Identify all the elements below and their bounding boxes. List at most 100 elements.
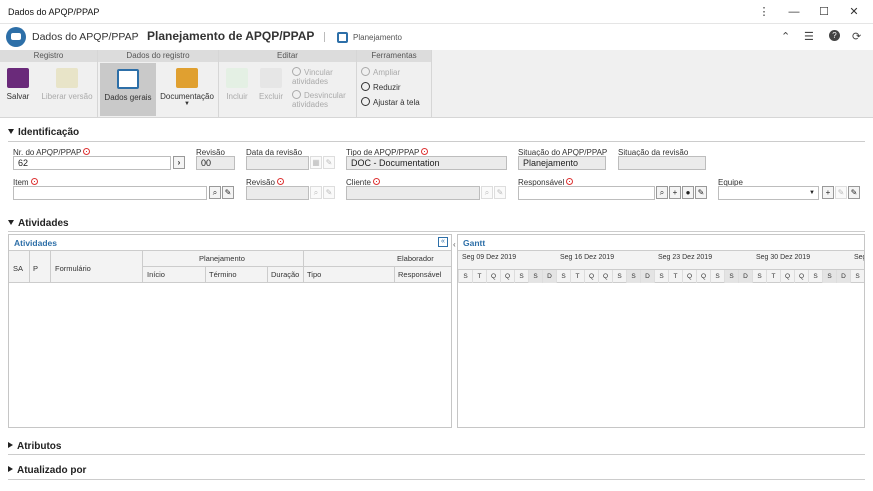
col-formulario[interactable]: Formulário: [55, 264, 91, 273]
nr-field[interactable]: 62: [13, 156, 171, 170]
gantt-day-cell: D: [640, 270, 654, 283]
col-termino[interactable]: Término: [209, 270, 237, 279]
section-divider: [8, 454, 865, 455]
save-icon: [7, 68, 29, 88]
gantt-day-cell: D: [836, 270, 850, 283]
gantt-day-cell: T: [472, 270, 486, 283]
gantt-day-cell: S: [850, 270, 864, 283]
calendar-icon[interactable]: ▦: [310, 156, 322, 169]
window-title: Dados do APQP/PPAP: [8, 7, 100, 17]
gantt-days: STQQSSDSTQQSSDSTQQSSDSTQQSSDST: [458, 269, 864, 283]
required-icon: [372, 178, 380, 185]
general-data-label: Dados gerais: [104, 93, 152, 102]
col-p[interactable]: P: [33, 264, 39, 273]
responsavel-field[interactable]: [518, 186, 655, 200]
col-divider: [394, 266, 395, 283]
fit-screen-button[interactable]: Ajustar à tela: [361, 97, 420, 107]
gantt-panel: Gantt Seg 09 Dez 2019 Seg 16 Dez 2019 Seg …: [457, 234, 865, 428]
help-icon[interactable]: ?: [829, 30, 840, 41]
required-icon: [566, 178, 574, 185]
more-icon[interactable]: ⋮: [749, 0, 779, 24]
collapse-left-icon[interactable]: «: [438, 237, 448, 247]
section-atualizado-por[interactable]: Atualizado por: [8, 465, 86, 476]
col-inicio[interactable]: Início: [147, 270, 165, 279]
gantt-week-label: Seg 30 Dez 2019: [756, 254, 811, 261]
header-divider: [324, 32, 325, 42]
gantt-day-cell: Q: [696, 270, 710, 283]
col-sa[interactable]: SA: [13, 264, 24, 273]
col-responsavel[interactable]: Responsável: [398, 270, 442, 279]
unlink-icon: [292, 90, 301, 99]
col-divider: [50, 250, 51, 283]
revisao-field: 00: [196, 156, 235, 170]
item-field[interactable]: [13, 186, 207, 200]
unlink-activities-button[interactable]: Desvincular atividades: [292, 90, 354, 109]
release-label: Liberar versão: [41, 92, 93, 101]
tipo-field: DOC - Documentation: [346, 156, 507, 170]
ribbon-group-dados: Dados do registro Dados gerais Documenta…: [98, 50, 219, 118]
data-revisao-field: [246, 156, 309, 170]
list-icon[interactable]: ☰: [804, 30, 814, 43]
gantt-day-cell: Q: [794, 270, 808, 283]
clear-date-icon[interactable]: ✎: [323, 156, 335, 169]
planning-label: Planejamento: [353, 33, 402, 42]
situacao-field: Planejamento: [518, 156, 606, 170]
cliente-search-icon[interactable]: ⌕: [481, 186, 493, 199]
general-data-button[interactable]: Dados gerais: [100, 63, 156, 116]
breadcrumb-app[interactable]: Dados do APQP/PPAP: [32, 31, 139, 43]
collapse-up-icon[interactable]: ⌃: [781, 30, 790, 43]
equipe-edit-icon[interactable]: ✎: [835, 186, 847, 199]
responsavel-search-icon[interactable]: ⌕: [656, 186, 668, 199]
section-atividades[interactable]: Atividades: [8, 218, 69, 229]
zoom-out-button[interactable]: Reduzir: [361, 82, 401, 92]
delete-button[interactable]: Excluir: [256, 66, 286, 116]
revisao-search-icon[interactable]: ⌕: [310, 186, 322, 199]
responsavel-clear-icon[interactable]: ✎: [695, 186, 707, 199]
minimize-button[interactable]: —: [779, 0, 809, 24]
gantt-day-cell: S: [710, 270, 724, 283]
next-arrow-button[interactable]: ›: [173, 156, 185, 169]
cliente-clear-icon[interactable]: ✎: [494, 186, 506, 199]
responsavel-add-icon[interactable]: +: [669, 186, 681, 199]
zoom-in-icon: [361, 67, 370, 76]
section-atributos[interactable]: Atributos: [8, 441, 61, 452]
user-icon[interactable]: ●: [682, 186, 694, 199]
equipe-add-icon[interactable]: +: [822, 186, 834, 199]
item-revisao-field: [246, 186, 309, 200]
gantt-day-cell: Q: [500, 270, 514, 283]
item-search-icon[interactable]: ⌕: [209, 186, 221, 199]
breadcrumb-chevron-icon: ›: [135, 29, 139, 41]
zoom-in-button[interactable]: Ampliar: [361, 67, 400, 77]
documentation-button[interactable]: Documentação ▼: [158, 66, 216, 116]
required-icon: [421, 148, 429, 155]
gantt-day-cell: S: [752, 270, 766, 283]
save-button[interactable]: Salvar: [3, 66, 33, 116]
col-duracao[interactable]: Duração: [271, 270, 300, 279]
required-icon: [276, 178, 284, 185]
section-identificacao[interactable]: Identificação: [8, 127, 79, 138]
refresh-icon[interactable]: ⟳: [852, 30, 861, 43]
activities-panel-title: Atividades: [14, 238, 57, 248]
gantt-day-cell: D: [738, 270, 752, 283]
gantt-week-label: Seg 16 Dez 2019: [560, 254, 615, 261]
add-button[interactable]: Incluir: [222, 66, 252, 116]
splitter-handle-icon[interactable]: ‹: [453, 240, 456, 249]
gantt-day-cell: Q: [486, 270, 500, 283]
item-clear-icon[interactable]: ✎: [222, 186, 234, 199]
cliente-field: [346, 186, 480, 200]
gantt-day-cell: Q: [598, 270, 612, 283]
section-divider: [8, 141, 865, 142]
equipe-clear-icon[interactable]: ✎: [848, 186, 860, 199]
link-activities-button[interactable]: Vincular atividades: [292, 67, 354, 86]
required-icon: [83, 148, 91, 155]
close-button[interactable]: ✕: [839, 0, 869, 24]
required-icon: [30, 178, 38, 185]
gantt-day-cell: S: [612, 270, 626, 283]
revisao-clear-icon[interactable]: ✎: [323, 186, 335, 199]
release-version-button[interactable]: Liberar versão: [38, 66, 96, 116]
equipe-select[interactable]: ▼: [718, 186, 819, 200]
col-tipo[interactable]: Tipo: [307, 270, 322, 279]
ribbon-group-registro: Registro Salvar Liberar versão: [0, 50, 98, 118]
gantt-day-cell: T: [570, 270, 584, 283]
maximize-button[interactable]: ☐: [809, 0, 839, 24]
